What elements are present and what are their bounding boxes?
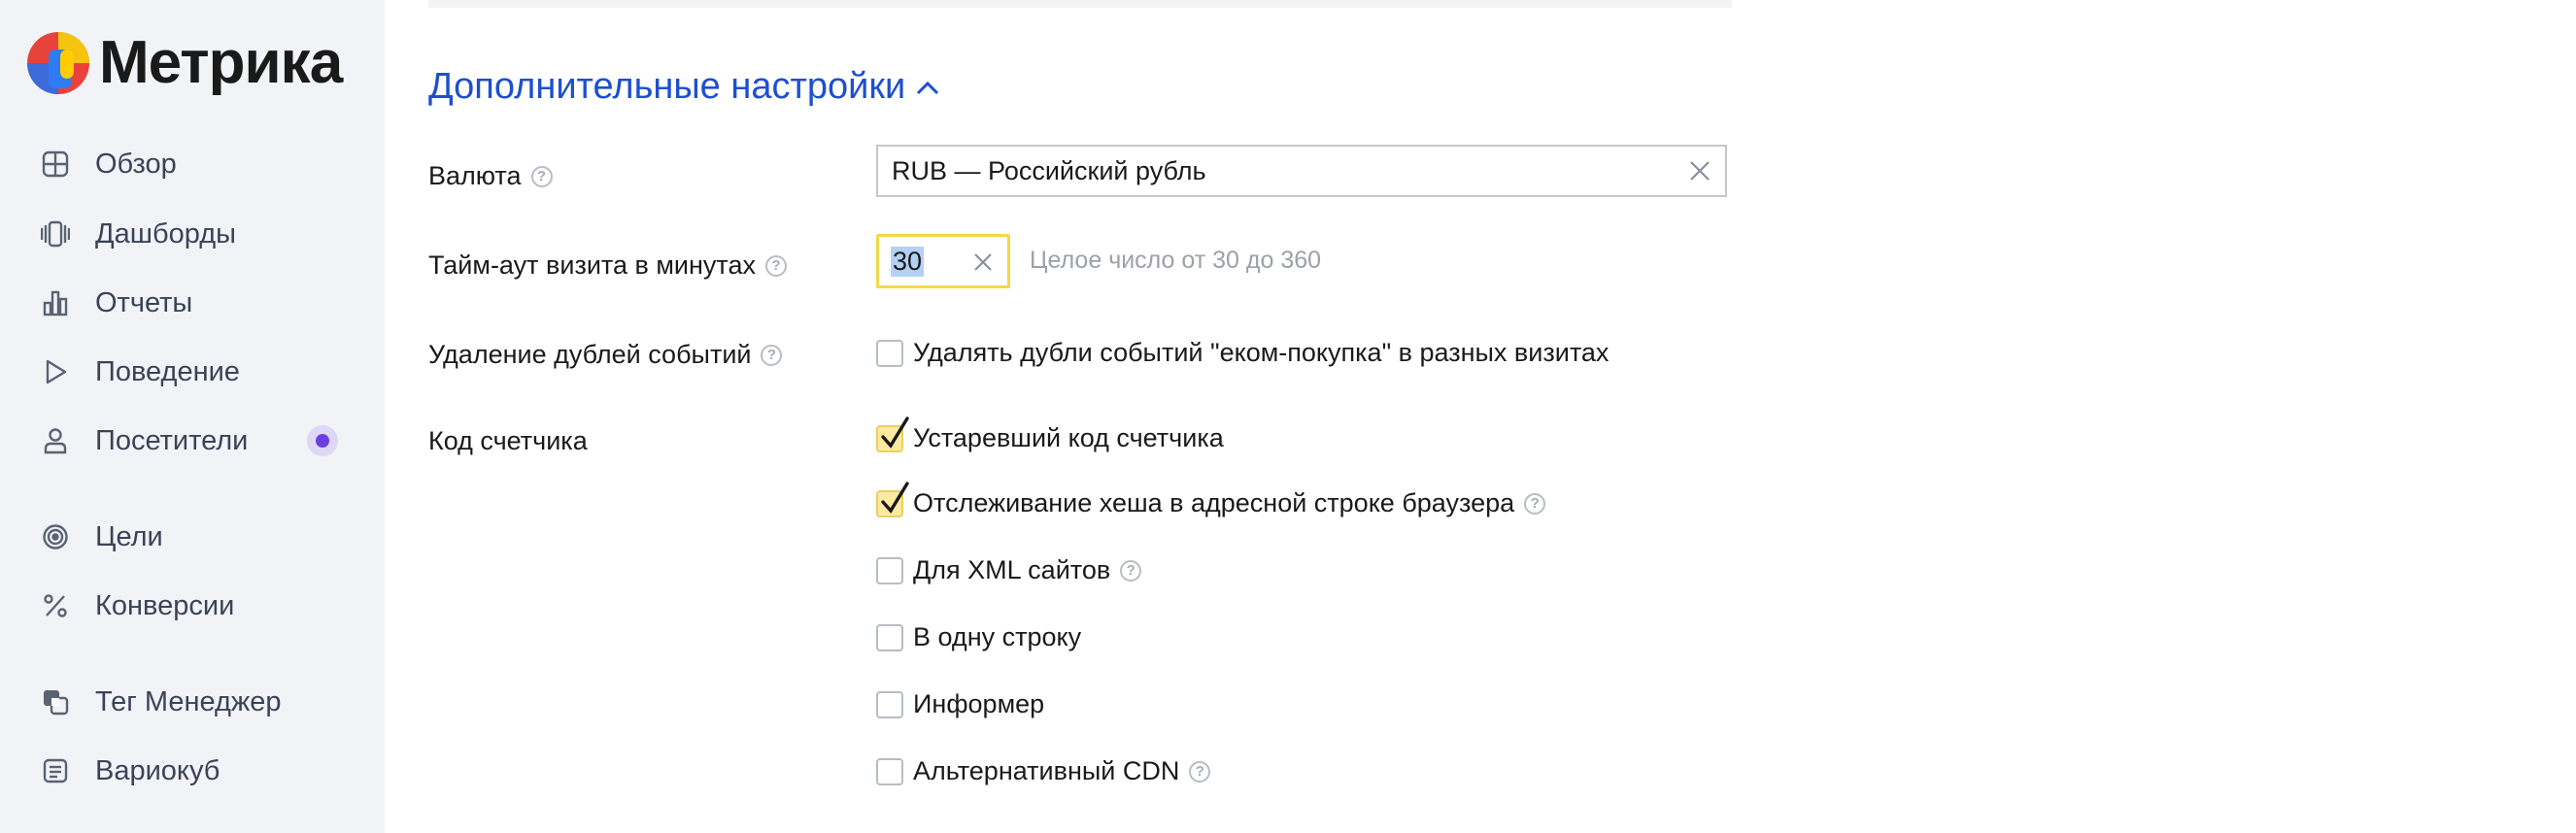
single-line-option[interactable]: В одну строку [876,622,1081,652]
play-icon [39,355,72,388]
dedup-label-row: Удаление дублей событий ? [428,340,783,370]
sidebar: Метрика Обзор Дашборды Отчеты Поведение … [0,0,385,833]
currency-label: Валюта [428,161,522,190]
sidebar-item-overview[interactable]: Обзор [39,137,350,191]
sidebar-item-variocube[interactable]: Вариокуб [39,744,350,798]
section-title: Дополнительные настройки [428,66,906,107]
hash-tracking-option[interactable]: Отслеживание хеша в адресной строке брау… [876,481,1546,518]
currency-value: RUB — Российский рубль [892,155,1206,185]
option-label: Отслеживание хеша в адресной строке брау… [913,488,1515,517]
new-badge-dot [307,425,338,456]
help-icon[interactable]: ? [530,165,553,187]
option-label: Для XML сайтов [913,555,1111,584]
sidebar-item-label: Обзор [95,148,177,180]
sidebar-item-label: Дашборды [95,217,236,250]
sidebar-item-label: Посетители [95,424,249,456]
legacy-code-checkbox[interactable] [876,416,909,452]
checkmark-icon [881,416,909,449]
variocube-icon [39,754,72,787]
sidebar-item-label: Поведение [95,355,240,387]
chevron-up-icon [917,81,939,94]
person-icon [39,424,72,457]
dedup-checkbox[interactable] [876,339,903,367]
legacy-code-option[interactable]: Устаревший код счетчика [876,416,1224,453]
sidebar-item-conversions[interactable]: Конверсии [39,579,350,633]
timeout-value: 30 [891,246,925,277]
currency-label-row: Валюта ? [428,161,553,191]
sidebar-item-label: Вариокуб [95,754,220,786]
sidebar-item-goals[interactable]: Цели [39,510,350,564]
timeout-label: Тайм-аут визита в минутах [428,250,756,280]
counter-code-label-row: Код счетчика [428,426,588,456]
option-label: В одну строку [913,622,1082,651]
overview-grid-icon [39,148,72,181]
hash-tracking-checkbox[interactable] [876,481,909,517]
clear-icon[interactable] [1688,159,1712,183]
tag-manager-icon [39,685,72,718]
option-label: Альтернативный CDN [913,756,1180,785]
dashboards-icon [39,217,72,250]
sidebar-item-dashboards[interactable]: Дашборды [39,207,350,261]
sidebar-item-behavior[interactable]: Поведение [39,345,350,399]
sidebar-item-label: Тег Менеджер [95,685,282,717]
timeout-hint: Целое число от 30 до 360 [1030,247,1322,274]
sidebar-item-tag-manager[interactable]: Тег Менеджер [39,675,350,729]
currency-select[interactable]: RUB — Российский рубль [876,145,1727,197]
clear-icon[interactable] [972,251,994,273]
dedup-checkbox-row[interactable]: Удалять дубли событий "еком-покупка" в р… [876,338,1609,368]
informer-option[interactable]: Информер [876,689,1044,719]
alternative-cdn-option[interactable]: Альтернативный CDN ? [876,756,1211,786]
sidebar-item-visitors[interactable]: Посетители [39,414,350,468]
alternative-cdn-checkbox[interactable] [876,757,903,785]
help-icon[interactable]: ? [761,344,783,366]
previous-section-edge [428,0,1732,8]
sidebar-item-label: Отчеты [95,286,193,318]
sidebar-item-reports[interactable]: Отчеты [39,276,350,330]
sidebar-item-label: Конверсии [95,589,235,621]
additional-settings-toggle[interactable]: Дополнительные настройки [428,66,940,108]
help-icon[interactable]: ? [1524,492,1546,515]
xml-sites-checkbox[interactable] [876,556,903,584]
help-icon[interactable]: ? [1189,760,1211,783]
logo-text: Метрика [99,29,343,96]
timeout-label-row: Тайм-аут визита в минутах ? [428,250,787,281]
target-icon [39,520,72,553]
dedup-label: Удаление дублей событий [428,340,752,369]
option-label: Информер [913,689,1045,718]
metrika-logo-icon [27,32,89,94]
checkmark-icon [881,481,909,514]
metrika-logo[interactable]: Метрика [27,29,343,97]
reports-bar-icon [39,286,72,319]
percent-icon [39,589,72,622]
counter-code-label: Код счетчика [428,426,588,455]
help-icon[interactable]: ? [764,254,787,277]
xml-sites-option[interactable]: Для XML сайтов ? [876,555,1142,585]
single-line-checkbox[interactable] [876,623,903,651]
informer-checkbox[interactable] [876,690,903,718]
timeout-input[interactable]: 30 [876,234,1010,288]
help-icon[interactable]: ? [1120,559,1142,582]
option-label: Устаревший код счетчика [913,423,1224,452]
dedup-checkbox-label: Удалять дубли событий "еком-покупка" в р… [913,338,1610,367]
sidebar-item-label: Цели [95,520,163,552]
